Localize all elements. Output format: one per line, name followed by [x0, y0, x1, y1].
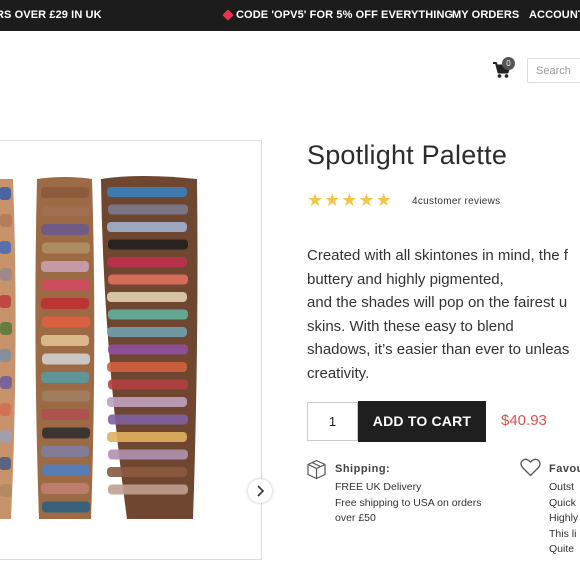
eyeshadow-swatch	[108, 309, 188, 320]
description-line: shadows, it’s easier than ever to unleas	[307, 341, 570, 358]
description-line: skins. With these easy to blend	[307, 317, 514, 335]
eyeshadow-swatch	[0, 322, 12, 335]
eyeshadow-swatch	[41, 187, 89, 198]
reviews-link[interactable]: 4customer reviews	[412, 196, 500, 207]
shipping-title: Shipping:	[335, 463, 391, 475]
eyeshadow-swatch	[0, 430, 12, 443]
favourite-line: Outst	[549, 481, 575, 493]
shipping-line: Free shipping to USA on orders	[335, 496, 482, 509]
my-orders-link[interactable]: MY ORDERS	[452, 9, 519, 21]
eyeshadow-swatch	[107, 432, 187, 442]
eyeshadow-swatch	[0, 457, 11, 470]
eyeshadow-swatch	[108, 274, 188, 285]
product-description: Created with all skintones in mind, the …	[307, 244, 580, 385]
star-icon: ★	[324, 190, 341, 210]
add-to-cart-button[interactable]: ADD TO CART	[358, 401, 486, 442]
rating-stars: ★ ★ ★ ★ ★	[307, 191, 393, 209]
product-title: Spotlight Palette	[307, 140, 508, 170]
eyeshadow-swatch	[42, 501, 90, 513]
eyeshadow-swatch	[41, 298, 89, 309]
product-swatch-image	[0, 176, 198, 519]
eyeshadow-swatch	[107, 257, 187, 267]
eyeshadow-swatch	[108, 344, 188, 355]
box-icon	[306, 459, 327, 485]
eyeshadow-swatch	[108, 379, 188, 390]
eyeshadow-swatch	[42, 279, 90, 291]
eyeshadow-swatch	[41, 224, 89, 235]
eyeshadow-swatch	[42, 242, 90, 254]
free-shipping-text: RS OVER £29 IN UK	[0, 9, 102, 21]
eyeshadow-swatch	[107, 397, 187, 407]
star-icon: ★	[341, 190, 358, 210]
description-line: and the shades will pop on the fairest u	[307, 294, 568, 311]
eyeshadow-swatch	[107, 187, 187, 197]
eyeshadow-swatch	[0, 187, 11, 200]
favourite-line: Quite	[549, 543, 575, 555]
eyeshadow-swatch	[107, 467, 187, 477]
product-price: $40.93	[501, 412, 547, 429]
shipping-line: over £50	[335, 512, 376, 524]
shipping-line: FREE UK Delivery	[335, 481, 422, 493]
favourite-details: Outst Quick Highly This li Quite	[549, 480, 578, 558]
eyeshadow-swatch	[0, 214, 12, 227]
eyeshadow-swatch	[107, 222, 187, 232]
eyeshadow-swatch	[107, 362, 187, 372]
eyeshadow-swatch	[41, 372, 89, 383]
tag-icon	[222, 9, 234, 21]
eyeshadow-swatch	[0, 241, 11, 254]
eyeshadow-swatch	[108, 204, 188, 215]
favourite-line: Quick	[549, 496, 576, 509]
eyeshadow-swatch	[41, 446, 89, 457]
eyeshadow-swatch	[0, 349, 11, 362]
eyeshadow-swatch	[0, 484, 12, 497]
eyeshadow-swatch	[41, 261, 89, 272]
promo-code-link[interactable]: CODE 'OPV5' FOR 5% OFF EVERYTHING	[222, 9, 454, 21]
description-line: creativity.	[307, 364, 370, 382]
shipping-details: FREE UK Delivery Free shipping to USA on…	[335, 480, 482, 527]
eyeshadow-swatch	[42, 205, 90, 217]
favourite-title: Favou	[549, 463, 580, 475]
heart-icon	[520, 458, 541, 482]
description-line: Created with all skintones in mind, the …	[307, 247, 568, 264]
eyeshadow-swatch	[107, 292, 187, 302]
eyeshadow-swatch	[41, 483, 89, 494]
eyeshadow-swatch	[41, 335, 89, 346]
star-icon: ★	[307, 190, 324, 210]
cart-count-badge: 0	[502, 57, 515, 70]
eyeshadow-swatch	[0, 376, 12, 389]
eyeshadow-swatch	[108, 414, 188, 425]
eyeshadow-swatch	[42, 353, 90, 365]
favourite-line: Highly	[549, 512, 579, 524]
eyeshadow-swatch	[0, 268, 12, 281]
product-image-gallery	[0, 140, 272, 560]
eyeshadow-swatch	[42, 316, 90, 328]
star-icon: ★	[375, 190, 392, 210]
next-image-button[interactable]	[248, 479, 272, 503]
eyeshadow-swatch	[108, 484, 188, 495]
eyeshadow-swatch	[42, 427, 90, 439]
eyeshadow-swatch	[41, 409, 89, 420]
promo-code-text: CODE 'OPV5' FOR 5% OFF EVERYTHING	[236, 9, 454, 21]
star-icon: ★	[358, 190, 375, 210]
eyeshadow-swatch	[108, 449, 188, 460]
eyeshadow-swatch	[42, 464, 90, 476]
promo-bar: RS OVER £29 IN UK CODE 'OPV5' FOR 5% OFF…	[0, 0, 580, 31]
description-line: buttery and highly pigmented,	[307, 270, 504, 288]
account-link[interactable]: ACCOUNT	[529, 9, 580, 21]
chevron-right-icon	[257, 485, 265, 497]
eyeshadow-swatch	[107, 327, 187, 337]
search-input[interactable]: Search	[527, 58, 580, 83]
quantity-input[interactable]: 1	[307, 402, 358, 441]
eyeshadow-swatch	[42, 390, 90, 402]
eyeshadow-swatch	[0, 403, 11, 416]
eyeshadow-swatch	[0, 295, 11, 308]
favourite-line: This li	[549, 527, 577, 540]
eyeshadow-swatch	[108, 239, 188, 250]
